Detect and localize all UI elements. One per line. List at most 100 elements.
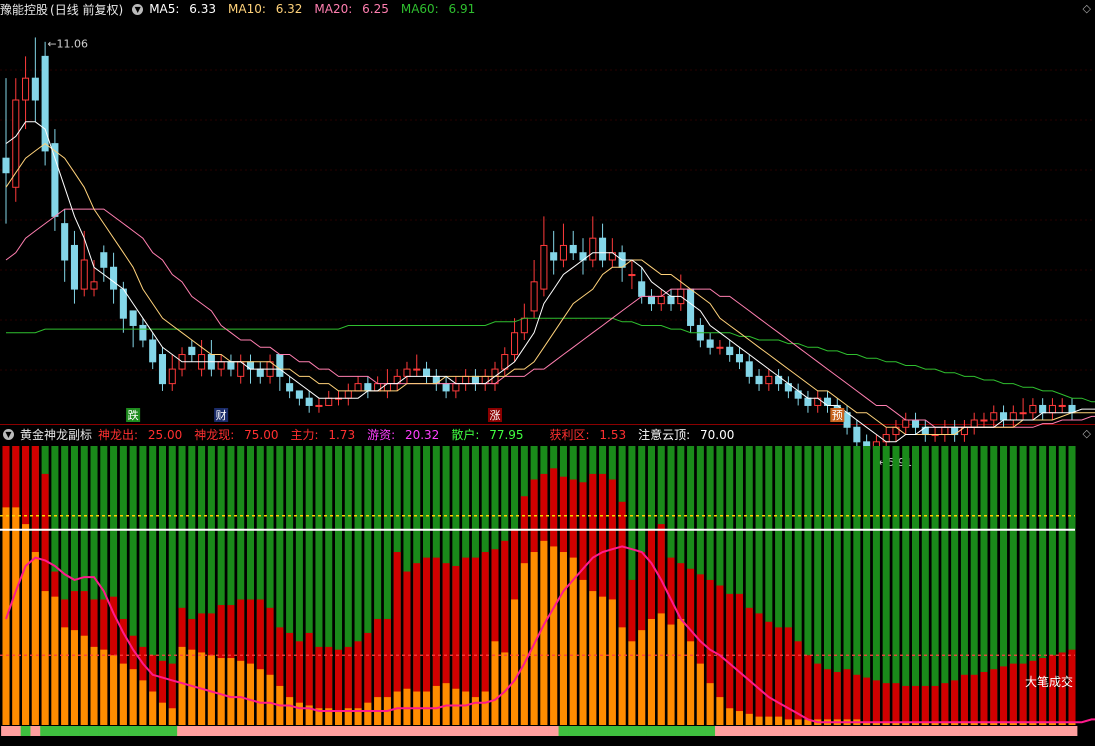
- indicator-bar: [843, 446, 851, 725]
- bar-red: [823, 669, 832, 725]
- indicator-bar: [393, 446, 401, 725]
- candle-body: [452, 383, 460, 392]
- stock-chart[interactable]: ←11.06←5.91跌财涨预大笔成交: [0, 0, 1095, 746]
- candle-body: [970, 419, 978, 428]
- candle-body: [1019, 412, 1027, 415]
- candle: [158, 347, 167, 391]
- candle-body: [227, 361, 235, 370]
- candle-body: [90, 281, 98, 290]
- band-segment: [304, 726, 315, 736]
- band-segment: [558, 726, 569, 736]
- band-segment: [10, 726, 22, 736]
- candle-body: [726, 346, 734, 356]
- band-segment: [539, 726, 550, 736]
- candle: [227, 354, 235, 377]
- candle-body: [149, 339, 157, 363]
- indicator-bar: [423, 446, 431, 725]
- candle: [423, 361, 431, 384]
- band-segment: [372, 726, 384, 736]
- candle-body: [941, 426, 949, 436]
- candle-body: [501, 354, 509, 370]
- bar-orange: [70, 630, 78, 725]
- band-segment: [59, 726, 71, 736]
- band-segment: [959, 726, 970, 736]
- candle-body: [61, 223, 69, 261]
- candle-body: [22, 77, 30, 101]
- band-segment: [226, 726, 237, 736]
- indicator-bar: [833, 446, 841, 725]
- band-segment: [186, 726, 198, 736]
- bar-orange: [589, 591, 597, 725]
- candle: [618, 245, 626, 282]
- indicator-bar: [990, 446, 998, 725]
- bar-orange: [90, 646, 98, 725]
- band-segment: [294, 726, 305, 736]
- candle: [530, 260, 538, 319]
- candle: [657, 289, 665, 311]
- candle-body: [765, 375, 773, 385]
- candle: [295, 390, 303, 406]
- bar-red: [735, 593, 744, 725]
- indicator-bar: [305, 446, 313, 725]
- band-segment: [627, 726, 638, 736]
- candle: [168, 354, 176, 391]
- band-segment: [274, 726, 286, 736]
- candle-body: [1029, 404, 1037, 414]
- indicator-bar: [775, 446, 783, 725]
- indicator-bar: [168, 446, 176, 725]
- band-segment: [216, 726, 227, 736]
- indicator-bar: [198, 446, 206, 725]
- candle: [775, 369, 783, 391]
- candle: [804, 390, 812, 413]
- indicator-bar: [892, 446, 900, 725]
- band-segment: [519, 726, 530, 736]
- candle-body: [462, 375, 470, 385]
- band-segment: [343, 726, 354, 736]
- candle: [765, 369, 773, 391]
- candle: [667, 289, 675, 311]
- bar-orange: [295, 702, 303, 725]
- bar-green: [921, 446, 929, 725]
- candle: [1058, 398, 1066, 413]
- band-segment: [89, 726, 100, 736]
- indicator-bar: [579, 446, 587, 725]
- candle: [599, 223, 607, 268]
- candle-body: [540, 244, 548, 290]
- indicator-bar: [823, 446, 832, 725]
- indicator-bar: [90, 446, 98, 725]
- candle-body: [344, 390, 352, 399]
- candle: [354, 376, 362, 392]
- candle: [647, 289, 655, 311]
- candle: [628, 260, 636, 290]
- indicator-bar: [237, 446, 245, 725]
- band-segment: [499, 726, 511, 736]
- candle: [579, 238, 587, 275]
- band-segment: [40, 726, 51, 736]
- band-segment: [568, 726, 579, 736]
- candle: [305, 390, 313, 413]
- candle: [41, 41, 49, 166]
- indicator-bar: [647, 446, 655, 725]
- candle-body: [31, 77, 39, 101]
- candle: [911, 412, 920, 435]
- candle: [716, 340, 724, 355]
- candle: [755, 369, 763, 391]
- event-marker: 财: [214, 408, 229, 422]
- candle: [315, 398, 323, 413]
- band-segment: [773, 726, 784, 736]
- band-segment: [177, 726, 188, 736]
- band-segment: [1008, 726, 1019, 736]
- candle: [90, 260, 98, 297]
- indicator-bar: [872, 446, 880, 725]
- candle-body: [657, 295, 665, 305]
- band-segment: [734, 726, 745, 736]
- candle: [823, 390, 832, 413]
- event-marker-text: 财: [216, 408, 227, 422]
- bar-orange: [775, 716, 783, 725]
- indicator-bar: [481, 446, 489, 725]
- band-segment: [822, 726, 833, 736]
- bar-orange: [599, 596, 607, 725]
- band-segment: [803, 726, 814, 736]
- band-segment: [666, 726, 677, 736]
- indicator-bar: [853, 446, 861, 725]
